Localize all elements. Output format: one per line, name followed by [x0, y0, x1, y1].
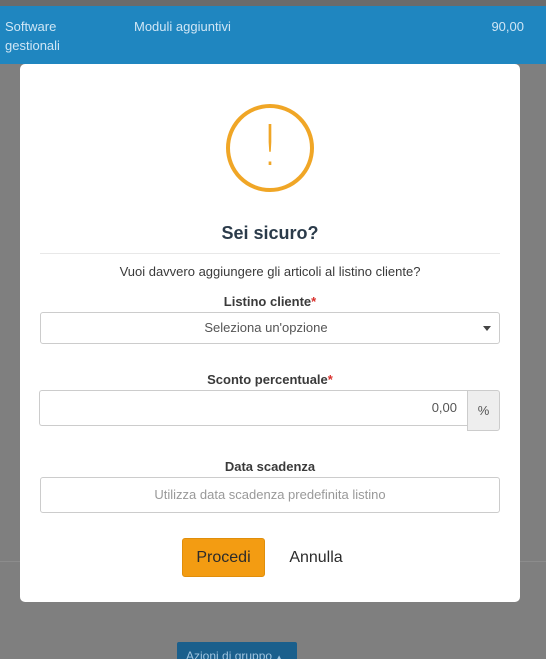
dialog-question: Vuoi davvero aggiungere gli articoli al … — [119, 264, 421, 279]
scadenza-label: Data scadenza — [20, 459, 520, 474]
caret-up-icon: ▲ — [275, 653, 283, 659]
annulla-button[interactable]: Annulla — [275, 538, 357, 577]
sconto-label: Sconto percentuale* — [20, 372, 520, 387]
dialog-divider — [40, 253, 500, 254]
scadenza-label-text: Data scadenza — [224, 459, 316, 474]
row-category: Software gestionali — [5, 19, 60, 53]
dialog-title: Sei sicuro? — [221, 223, 319, 243]
group-actions-button: Azioni di gruppo ▲ — [177, 642, 297, 659]
chevron-down-icon — [483, 326, 491, 331]
warning-icon: ! — [226, 104, 314, 192]
exclamation-glyph: ! — [258, 114, 282, 179]
required-mark: * — [327, 372, 333, 387]
row-price: 90,00 — [491, 19, 524, 34]
procedi-button[interactable]: Procedi — [182, 538, 265, 577]
sconto-input[interactable]: 0,00 — [39, 390, 468, 426]
group-actions-label: Azioni di gruppo — [186, 649, 273, 659]
confirm-dialog: ! Sei sicuro? Vuoi davvero aggiungere gl… — [20, 64, 520, 602]
scadenza-input[interactable]: Utilizza data scadenza predefinita listi… — [40, 477, 500, 513]
listino-label: Listino cliente* — [20, 294, 520, 309]
required-mark: * — [311, 294, 317, 309]
percent-addon: % — [467, 390, 500, 431]
listino-select[interactable]: Seleziona un'opzione — [40, 312, 500, 344]
sconto-label-text: Sconto percentuale — [207, 372, 328, 387]
listino-select-placeholder: Seleziona un'opzione — [204, 320, 328, 335]
listino-label-text: Listino cliente — [223, 294, 312, 309]
table-row: Software gestionali Moduli aggiuntivi 90… — [0, 6, 546, 64]
row-description: Moduli aggiuntivi — [134, 19, 231, 34]
